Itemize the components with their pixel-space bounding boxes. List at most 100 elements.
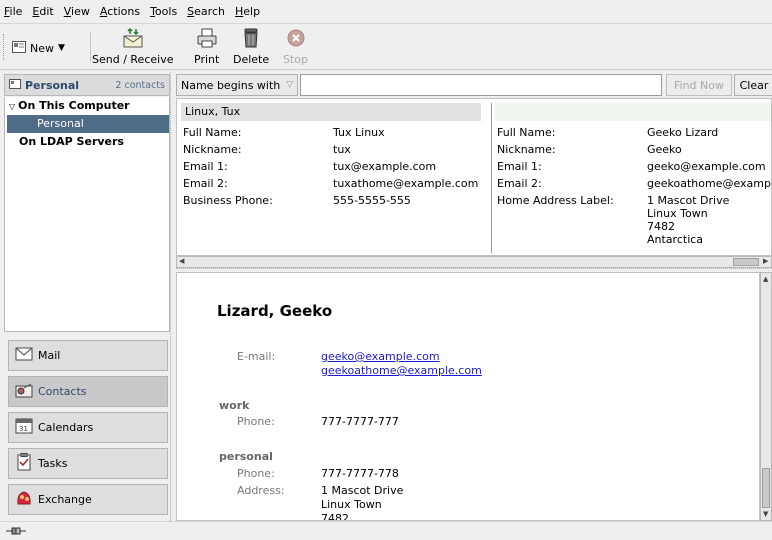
field-value: geeko@example.com xyxy=(647,160,766,173)
address-line: Linux Town xyxy=(321,498,382,511)
field-label: Full Name: xyxy=(497,126,556,139)
stop-icon xyxy=(285,28,307,53)
mail-icon xyxy=(15,347,33,364)
field-value: tuxathome@example.com xyxy=(333,177,479,190)
horizontal-scrollbar[interactable]: ◀ ▶ xyxy=(176,256,772,268)
tree-item-personal[interactable]: Personal xyxy=(7,115,169,133)
field-value: Geeko xyxy=(647,143,682,156)
search-bar: Name begins with ▽ Find Now Clear xyxy=(176,74,772,96)
section-personal: personal xyxy=(219,450,273,463)
contacts-icon xyxy=(15,382,33,401)
new-label: New xyxy=(30,41,54,55)
nav-mail[interactable]: Mail xyxy=(8,340,168,371)
address-line: 7482 xyxy=(321,512,349,521)
field-label: Email 2: xyxy=(497,177,542,190)
field-label: Email 1: xyxy=(183,160,228,173)
expander-icon[interactable]: ▽ xyxy=(9,98,15,116)
toolbar-grip[interactable] xyxy=(3,34,6,60)
delete-button[interactable]: Delete xyxy=(233,28,269,66)
field-label: Email 1: xyxy=(497,160,542,173)
nav-contacts[interactable]: Contacts xyxy=(8,376,168,407)
nav-tasks[interactable]: Tasks xyxy=(8,448,168,479)
card-icon xyxy=(12,40,26,56)
folder-title: Personal xyxy=(25,78,80,92)
clear-button[interactable]: Clear xyxy=(734,74,772,96)
field-value: Geeko Lizard xyxy=(647,126,719,139)
field-label: Nickname: xyxy=(497,143,556,156)
search-criterion-select[interactable]: Name begins with ▽ xyxy=(176,74,298,96)
scroll-thumb[interactable] xyxy=(733,258,759,266)
contact-count: 2 contacts xyxy=(115,79,165,91)
nav-exchange[interactable]: Exchange xyxy=(8,484,168,515)
printer-icon xyxy=(196,28,218,53)
search-input[interactable] xyxy=(300,74,662,96)
address-line: 1 Mascot Drive xyxy=(321,484,404,497)
field-label: Nickname: xyxy=(183,143,242,156)
card-separator xyxy=(491,103,492,253)
menu-file[interactable]: File xyxy=(4,5,22,18)
calendar-icon: 31 xyxy=(15,418,33,437)
vertical-scrollbar[interactable]: ▲ ▼ xyxy=(760,272,772,521)
folder-header: Personal 2 contacts xyxy=(4,74,170,96)
stop-button[interactable]: Stop xyxy=(283,28,308,66)
field-value: 555-5555-555 xyxy=(333,194,411,207)
tasks-icon xyxy=(15,453,33,474)
scroll-right-icon[interactable]: ▶ xyxy=(763,257,768,265)
email-link[interactable]: geekoathome@example.com xyxy=(321,364,482,377)
phone-label: Phone: xyxy=(237,467,275,480)
card-title xyxy=(495,103,771,121)
send-receive-button[interactable]: Send / Receive xyxy=(92,27,173,66)
field-value: geekoathome@exampl xyxy=(647,177,772,190)
contact-name: Lizard, Geeko xyxy=(217,302,333,320)
card-icon xyxy=(9,78,21,92)
menu-actions[interactable]: Actions xyxy=(100,5,140,18)
new-button[interactable]: New ▼ xyxy=(12,37,65,59)
online-connection-icon[interactable] xyxy=(6,526,26,539)
exchange-icon xyxy=(15,489,33,510)
work-phone: 777-7777-777 xyxy=(321,415,399,428)
status-bar xyxy=(0,521,772,540)
field-value: 7482 xyxy=(647,220,675,233)
folder-tree: ▽ On This Computer Personal On LDAP Serve… xyxy=(4,97,170,332)
send-receive-icon xyxy=(122,27,144,53)
field-value: Tux Linux xyxy=(333,126,385,139)
card-title: Linux, Tux xyxy=(181,103,481,121)
scroll-thumb[interactable] xyxy=(762,468,770,508)
field-label: Home Address Label: xyxy=(497,194,614,207)
personal-phone: 777-7777-778 xyxy=(321,467,399,480)
field-label: Business Phone: xyxy=(183,194,273,207)
contact-preview: Lizard, Geeko E-mail: geeko@example.com … xyxy=(176,272,760,521)
scroll-left-icon[interactable]: ◀ xyxy=(179,257,184,265)
toolbar-separator xyxy=(90,32,91,62)
scroll-down-icon[interactable]: ▼ xyxy=(763,510,768,518)
tree-group-ldap[interactable]: On LDAP Servers xyxy=(5,133,169,151)
menu-search[interactable]: Search xyxy=(187,5,225,18)
dropdown-arrow-icon: ▽ xyxy=(286,80,294,90)
find-now-button[interactable]: Find Now xyxy=(666,74,732,96)
field-value: tux xyxy=(333,143,351,156)
field-label: Email 2: xyxy=(183,177,228,190)
toolbar: New ▼ Send / Receive Print Delete Stop xyxy=(0,24,772,70)
scroll-up-icon[interactable]: ▲ xyxy=(763,275,768,283)
menubar: File Edit View Actions Tools Search Help xyxy=(0,0,772,24)
contact-card-selected[interactable]: Full Name: Geeko Lizard Nickname: Geeko … xyxy=(495,103,772,253)
print-button[interactable]: Print xyxy=(194,28,219,66)
address-label: Address: xyxy=(237,484,285,497)
field-value: tux@example.com xyxy=(333,160,437,173)
contact-cards-view: Linux, Tux Full Name: Tux Linux Nickname… xyxy=(176,98,772,256)
menu-help[interactable]: Help xyxy=(235,5,260,18)
email-link[interactable]: geeko@example.com xyxy=(321,350,440,363)
menu-edit[interactable]: Edit xyxy=(32,5,53,18)
section-work: work xyxy=(219,399,250,412)
nav-calendars[interactable]: 31 Calendars xyxy=(8,412,168,443)
field-value: 1 Mascot Drive xyxy=(647,194,730,207)
phone-label: Phone: xyxy=(237,415,275,428)
field-value: Linux Town xyxy=(647,207,708,220)
menu-view[interactable]: View xyxy=(64,5,90,18)
menu-tools[interactable]: Tools xyxy=(150,5,177,18)
tree-group-on-this-computer[interactable]: ▽ On This Computer xyxy=(5,97,169,115)
contact-card[interactable]: Linux, Tux Full Name: Tux Linux Nickname… xyxy=(181,103,481,253)
dropdown-arrow-icon[interactable]: ▼ xyxy=(58,43,65,53)
svg-text:31: 31 xyxy=(19,425,28,433)
email-label: E-mail: xyxy=(237,350,276,363)
